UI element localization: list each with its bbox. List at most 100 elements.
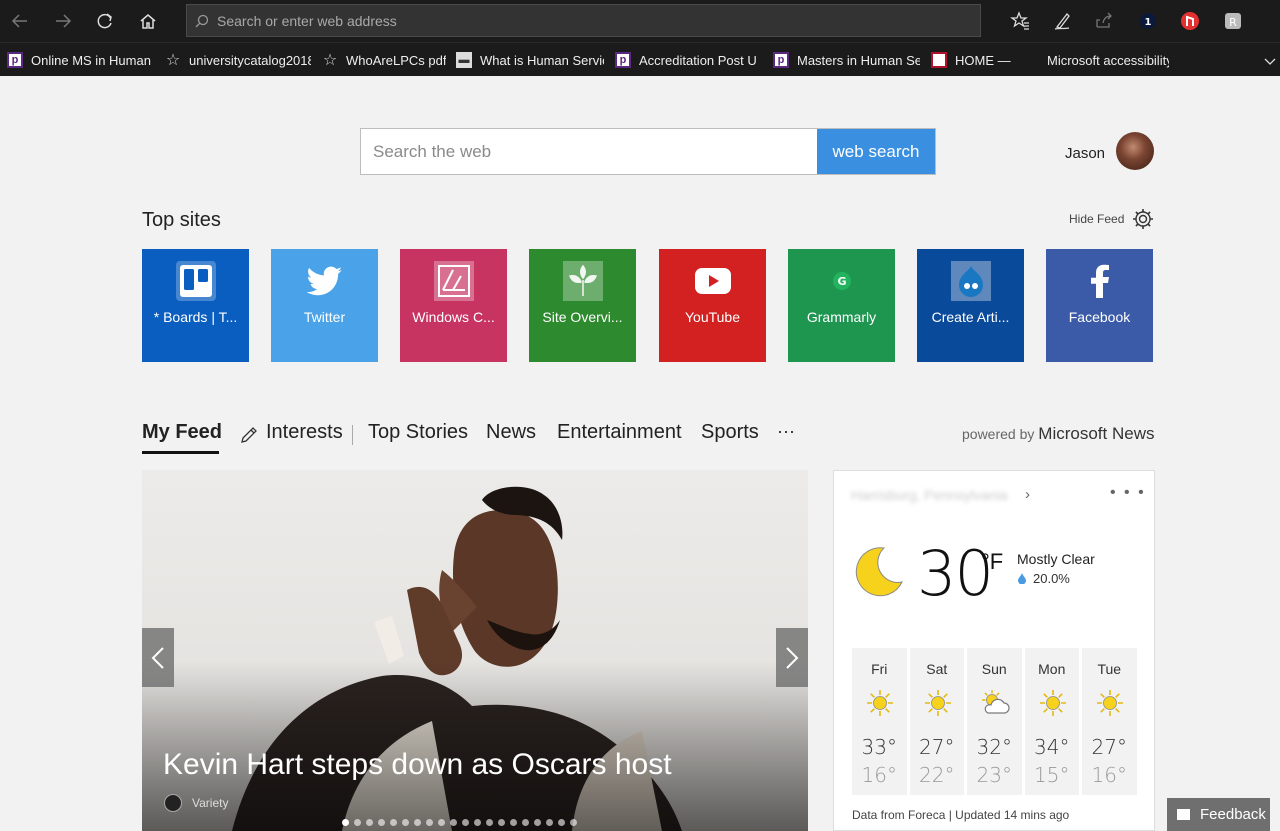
weather-card: Harrisburg, Pennsylvania › • • • 30 °F M… — [833, 470, 1155, 831]
svg-text:R: R — [1229, 16, 1237, 29]
top-site-tile[interactable]: Create Arti... — [917, 249, 1024, 362]
feedback-button[interactable]: Feedback — [1167, 798, 1270, 831]
partly-cloudy-icon — [979, 687, 1011, 719]
forecast-low: 16° — [1091, 763, 1127, 787]
forecast-day[interactable]: Sat 27° 22° — [909, 648, 964, 795]
carousel-dot[interactable] — [486, 819, 493, 826]
tab-my-feed[interactable]: My Feed — [142, 421, 222, 444]
forecast-day[interactable]: Tue 27° 16° — [1082, 648, 1137, 795]
trello-icon — [174, 259, 217, 302]
bookmark-item[interactable]: p Masters in Human Se — [773, 51, 920, 69]
chevron-right-icon[interactable]: › — [1025, 486, 1030, 503]
carousel-dots — [342, 819, 577, 827]
top-site-tile[interactable]: Windows C... — [400, 249, 507, 362]
weather-location[interactable]: Harrisburg, Pennsylvania — [851, 487, 1007, 503]
forecast-high: 33° — [861, 735, 897, 759]
address-bar[interactable]: Search or enter web address — [186, 4, 981, 37]
top-site-tile[interactable]: Twitter — [271, 249, 378, 362]
facebook-icon — [1078, 259, 1121, 302]
carousel-dot[interactable] — [498, 819, 505, 826]
bookmark-item[interactable]: p Accreditation Post U — [615, 51, 763, 69]
forecast-day[interactable]: Mon 34° 15° — [1024, 648, 1079, 795]
carousel-dot[interactable] — [354, 819, 361, 826]
previous-slide-button[interactable] — [142, 628, 174, 687]
tab-entertainment[interactable]: Entertainment — [557, 421, 682, 444]
bookmark-item[interactable]: ▬ What is Human Servic — [456, 51, 604, 69]
forecast-day[interactable]: Fri 33° 16° — [852, 648, 907, 795]
search-input[interactable] — [361, 129, 819, 174]
carousel-dot[interactable] — [462, 819, 469, 826]
bookmark-favicon: p — [773, 52, 789, 68]
precipitation-value: 20.0% — [1033, 571, 1070, 586]
carousel-dot[interactable] — [390, 819, 397, 826]
carousel-dot[interactable] — [534, 819, 541, 826]
top-site-tile[interactable]: Facebook — [1046, 249, 1153, 362]
carousel-dot[interactable] — [546, 819, 553, 826]
hide-feed-link[interactable]: Hide Feed — [1069, 212, 1124, 226]
browser-toolbar: Search or enter web address 1 R — [0, 0, 1280, 42]
bookmark-label: WhoAreLPCs pdf — [346, 52, 446, 68]
temperature-unit[interactable]: °F — [981, 549, 1003, 575]
carousel-dot[interactable] — [510, 819, 517, 826]
carousel-dot[interactable] — [426, 819, 433, 826]
moon-icon — [855, 547, 903, 597]
forecast-high: 27° — [919, 735, 955, 759]
tab-sports[interactable]: Sports — [701, 421, 759, 444]
carousel-dot[interactable] — [342, 819, 349, 826]
forward-icon[interactable] — [48, 6, 78, 36]
extension-r-icon[interactable]: R — [1220, 8, 1246, 34]
top-site-tile[interactable]: G Grammarly — [788, 249, 895, 362]
top-site-tile[interactable]: * Boards | T... — [142, 249, 249, 362]
windows-central-icon — [432, 259, 475, 302]
carousel-dot[interactable] — [414, 819, 421, 826]
bookmark-item[interactable]: ☆ universitycatalog2018 — [165, 51, 311, 69]
hero-carousel[interactable]: Kevin Hart steps down as Oscars host Var… — [142, 470, 808, 831]
raindrop-icon — [1018, 573, 1026, 584]
share-icon[interactable] — [1091, 8, 1117, 34]
home-icon[interactable] — [133, 6, 163, 36]
carousel-dot[interactable] — [438, 819, 445, 826]
bookmark-item[interactable]: ☆ WhoAreLPCs pdf — [322, 51, 446, 69]
user-name[interactable]: Jason — [1065, 145, 1105, 162]
forecast-day-name: Mon — [1038, 661, 1066, 677]
more-options-icon[interactable]: • • • — [1110, 484, 1146, 502]
gear-icon[interactable] — [1131, 207, 1155, 231]
tab-top-stories[interactable]: Top Stories — [368, 421, 468, 444]
sunny-icon — [864, 687, 896, 719]
carousel-dot[interactable] — [366, 819, 373, 826]
top-site-tile[interactable]: YouTube — [659, 249, 766, 362]
tab-interests[interactable]: Interests — [266, 421, 343, 444]
bookmark-item[interactable]: p Online MS in Human — [7, 51, 155, 69]
bookmark-item[interactable]: Microsoft accessibility — [1023, 51, 1169, 69]
favorites-icon[interactable] — [1007, 8, 1033, 34]
carousel-dot[interactable] — [474, 819, 481, 826]
carousel-dot[interactable] — [402, 819, 409, 826]
avatar[interactable] — [1116, 132, 1154, 170]
pen-icon[interactable] — [1050, 8, 1076, 34]
hero-headline[interactable]: Kevin Hart steps down as Oscars host — [163, 748, 672, 782]
carousel-dot[interactable] — [558, 819, 565, 826]
grammarly-icon: G — [820, 259, 863, 302]
carousel-dot[interactable] — [378, 819, 385, 826]
pencil-icon[interactable] — [240, 426, 258, 449]
carousel-dot[interactable] — [570, 819, 577, 826]
powered-by-brand[interactable]: Microsoft News — [1038, 424, 1154, 443]
more-tabs-button[interactable]: ··· — [777, 421, 795, 442]
web-search-button[interactable]: web search — [817, 129, 935, 174]
top-site-tile[interactable]: Site Overvi... — [529, 249, 636, 362]
forecast-day[interactable]: Sun 32° 23° — [967, 648, 1022, 795]
extension-1password-icon[interactable]: 1 — [1135, 8, 1161, 34]
chevron-down-icon[interactable] — [1264, 53, 1276, 71]
hero-source[interactable]: Variety — [192, 796, 228, 810]
carousel-dot[interactable] — [450, 819, 457, 826]
hero-gradient — [142, 661, 808, 831]
feedback-icon — [1177, 809, 1190, 820]
carousel-dot[interactable] — [522, 819, 529, 826]
next-slide-button[interactable] — [776, 628, 808, 687]
bookmark-item[interactable]: HOME — — [931, 51, 1013, 69]
refresh-icon[interactable] — [90, 6, 120, 36]
back-icon[interactable] — [5, 6, 35, 36]
tab-news[interactable]: News — [486, 421, 536, 444]
tile-label: Grammarly — [806, 309, 877, 325]
extension-adblock-icon[interactable] — [1177, 8, 1203, 34]
